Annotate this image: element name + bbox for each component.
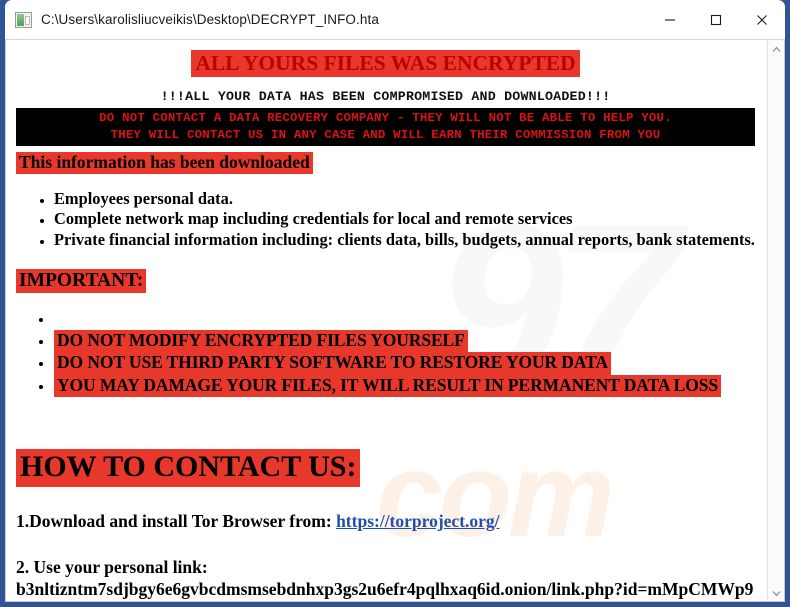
window-title: C:\Users\karolisliucveikis\Desktop\DECRY… — [41, 12, 379, 27]
warning-text: DO NOT USE THIRD PARTY SOFTWARE TO RESTO… — [54, 352, 611, 375]
contact-heading-text: HOW TO CONTACT US: — [16, 448, 361, 487]
scroll-down-arrow-icon[interactable] — [768, 584, 785, 601]
step-2-text: 2. Use your personal link: — [16, 556, 208, 577]
scrollbar-track[interactable] — [768, 57, 784, 584]
compromised-line: !!!ALL YOUR DATA HAS BEEN COMPROMISED AN… — [160, 89, 611, 105]
list-item — [54, 312, 755, 330]
vertical-scrollbar[interactable] — [767, 40, 784, 601]
list-item: Complete network map including credentia… — [54, 209, 755, 228]
list-item: YOU MAY DAMAGE YOUR FILES, IT WILL RESUL… — [54, 374, 755, 397]
important-label: IMPORTANT: — [16, 268, 755, 294]
encrypted-heading: ALL YOURS FILES WAS ENCRYPTED — [16, 50, 755, 77]
list-item: DO NOT USE THIRD PARTY SOFTWARE TO RESTO… — [54, 352, 755, 375]
content-area: 97 com ALL YOURS FILES WAS ENCRYPTED !!!… — [5, 39, 785, 602]
minimize-button[interactable] — [647, 0, 693, 39]
downloaded-notice-text: This information has been downloaded — [16, 152, 313, 175]
banner-line-1: DO NOT CONTACT A DATA RECOVERY COMPANY -… — [99, 111, 672, 126]
step-1-text: 1.Download and install Tor Browser from: — [16, 510, 337, 531]
ransom-note-page: 97 com ALL YOURS FILES WAS ENCRYPTED !!!… — [6, 40, 767, 601]
stolen-data-list: Employees personal data. Complete networ… — [16, 189, 755, 249]
warnings-list: DO NOT MODIFY ENCRYPTED FILES YOURSELF D… — [16, 312, 755, 397]
list-item: Employees personal data. — [54, 189, 755, 208]
personal-onion-link[interactable]: b3nltizntm7sdjbgy6e6gvbcdmsmsebdnhxp3gs2… — [16, 579, 755, 601]
ransom-note-body: ALL YOURS FILES WAS ENCRYPTED !!!ALL YOU… — [16, 50, 755, 601]
title-bar[interactable]: C:\Users\karolisliucveikis\Desktop\DECRY… — [5, 0, 785, 39]
step-1: 1.Download and install Tor Browser from:… — [16, 511, 755, 532]
close-button[interactable] — [739, 0, 785, 39]
window-controls — [647, 0, 785, 39]
hta-application-icon — [15, 11, 32, 28]
important-label-text: IMPORTANT: — [16, 268, 147, 294]
banner-line-2: THEY WILL CONTACT US IN ANY CASE AND WIL… — [110, 127, 661, 142]
contact-heading: HOW TO CONTACT US: — [16, 448, 755, 487]
warning-text: YOU MAY DAMAGE YOUR FILES, IT WILL RESUL… — [54, 374, 722, 397]
warning-text: DO NOT MODIFY ENCRYPTED FILES YOURSELF — [54, 330, 468, 353]
downloaded-notice: This information has been downloaded — [16, 152, 755, 175]
step-2: 2. Use your personal link: — [16, 557, 755, 578]
do-not-contact-banner: DO NOT CONTACT A DATA RECOVERY COMPANY -… — [16, 108, 755, 147]
encrypted-heading-text: ALL YOURS FILES WAS ENCRYPTED — [191, 50, 580, 77]
maximize-button[interactable] — [693, 0, 739, 39]
list-item: Private financial information including:… — [54, 230, 755, 249]
application-window: C:\Users\karolisliucveikis\Desktop\DECRY… — [0, 0, 790, 607]
tor-project-link[interactable]: https://torproject.org/ — [336, 511, 499, 531]
scroll-up-arrow-icon[interactable] — [768, 40, 785, 57]
list-item: DO NOT MODIFY ENCRYPTED FILES YOURSELF — [54, 330, 755, 353]
